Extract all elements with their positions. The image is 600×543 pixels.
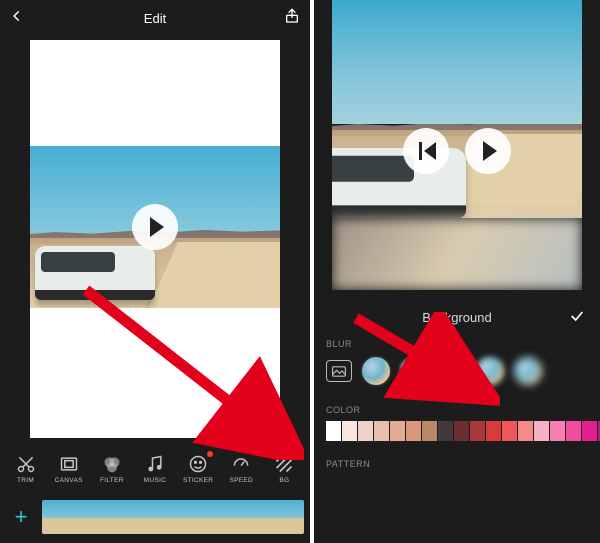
pattern-section: PATTERN xyxy=(314,445,600,479)
confirm-icon[interactable] xyxy=(568,308,586,327)
color-swatch[interactable] xyxy=(518,421,533,441)
trim-icon xyxy=(15,453,37,475)
color-swatch[interactable] xyxy=(374,421,389,441)
share-icon[interactable] xyxy=(284,7,300,30)
color-swatch[interactable] xyxy=(550,421,565,441)
image-picker-icon[interactable] xyxy=(326,360,352,382)
preview-canvas[interactable] xyxy=(332,0,582,290)
tool-label: MUSIC xyxy=(144,477,166,484)
color-swatch[interactable] xyxy=(470,421,485,441)
color-swatch[interactable] xyxy=(438,421,453,441)
tool-label: TRIM xyxy=(17,477,34,484)
tool-label: STICKER xyxy=(183,477,213,484)
color-swatch[interactable] xyxy=(502,421,517,441)
edit-screen: Edit TRIM CANVAS FILTER MUSIC STICKER SPEED BG… xyxy=(0,0,310,543)
add-clip-button[interactable]: + xyxy=(0,491,42,543)
previous-icon[interactable] xyxy=(403,128,449,174)
annotation-arrow xyxy=(350,312,500,408)
color-swatch[interactable] xyxy=(582,421,597,441)
color-swatch[interactable] xyxy=(406,421,421,441)
background-screen: Background BLUR COLOR PATTERN xyxy=(314,0,600,543)
color-swatch[interactable] xyxy=(326,421,341,441)
color-swatch[interactable] xyxy=(454,421,469,441)
color-swatch[interactable] xyxy=(358,421,373,441)
color-swatch[interactable] xyxy=(342,421,357,441)
color-swatch[interactable] xyxy=(422,421,437,441)
play-icon[interactable] xyxy=(132,204,178,250)
color-swatch[interactable] xyxy=(390,421,405,441)
color-swatch[interactable] xyxy=(566,421,581,441)
color-swatch[interactable] xyxy=(534,421,549,441)
tool-label: SPEED xyxy=(230,477,254,484)
tool-label: CANVAS xyxy=(55,477,83,484)
tool-label: BG xyxy=(279,477,289,484)
color-swatch[interactable] xyxy=(486,421,501,441)
play-icon[interactable] xyxy=(465,128,511,174)
blur-option-5[interactable] xyxy=(512,355,544,387)
annotation-arrow xyxy=(80,284,304,460)
canvas-icon xyxy=(58,453,80,475)
pattern-label: PATTERN xyxy=(326,459,600,469)
clip-timeline[interactable]: 0:05.0 TOTAL 0:20.0 xyxy=(42,500,304,534)
page-title: Edit xyxy=(0,11,310,26)
tool-label: FILTER xyxy=(100,477,124,484)
timeline-bar: + 0:05.0 TOTAL 0:20.0 xyxy=(0,491,310,543)
tool-trim[interactable]: TRIM xyxy=(4,445,47,491)
header-bar: Edit xyxy=(0,0,310,36)
